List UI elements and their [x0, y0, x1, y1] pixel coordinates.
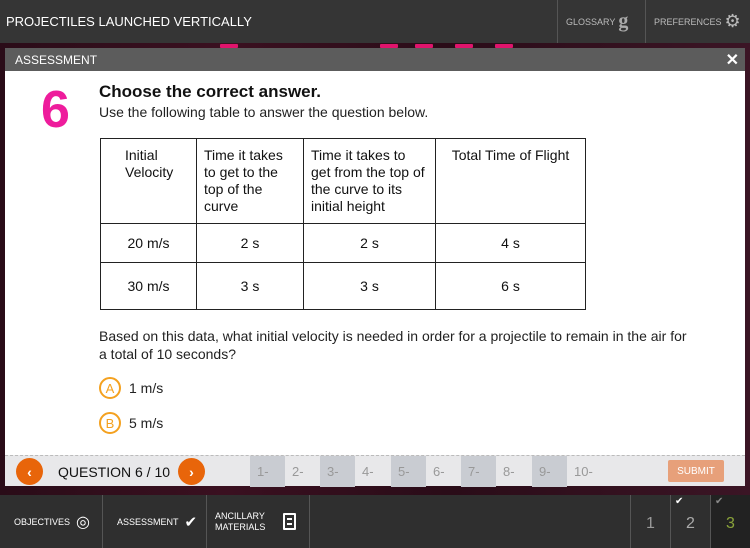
option-text: 5 m/s: [129, 415, 164, 431]
page-2[interactable]: ✔ 2: [670, 495, 710, 548]
table-cell: 3 s: [303, 262, 436, 310]
document-icon: [283, 513, 297, 530]
table-header: Time it takes to get to the top of the c…: [196, 138, 304, 224]
question-heading: Choose the correct answer.: [99, 82, 322, 101]
objectives-button[interactable]: OBJECTIVES ◎: [0, 495, 103, 548]
page-label: 2: [686, 515, 695, 532]
question-text: Based on this data, what initial velocit…: [99, 328, 687, 362]
assessment-label: ASSESSMENT: [117, 516, 179, 527]
table-header: Time it takes to get from the top of the…: [303, 138, 436, 224]
chevron-left-icon: ‹: [27, 463, 32, 480]
modal-title: ASSESSMENT: [15, 53, 98, 67]
question-link[interactable]: 1-: [250, 456, 285, 487]
option-letter: A: [99, 377, 121, 399]
question-link[interactable]: 9-: [532, 456, 567, 487]
question-instruction: Use the following table to answer the qu…: [99, 104, 429, 120]
table-header-row: Initial Velocity Time it takes to get to…: [100, 138, 586, 224]
table-cell: 30 m/s: [100, 262, 197, 310]
table-cell: 3 s: [196, 262, 304, 310]
checkmark-icon: ✔: [184, 513, 198, 531]
bottom-bar: OBJECTIVES ◎ ASSESSMENT ✔ ANCILLARY MATERIA…: [0, 495, 750, 548]
option-a[interactable]: A 1 m/s: [99, 377, 163, 399]
option-b[interactable]: B 5 m/s: [99, 412, 163, 434]
table-cell: 20 m/s: [100, 223, 197, 263]
option-text: 1 m/s: [129, 380, 164, 396]
submit-button[interactable]: SUBMIT: [668, 460, 724, 482]
target-icon: ◎: [76, 513, 90, 531]
table-cell: 2 s: [196, 223, 304, 263]
ancillary-label: MATERIALS: [215, 521, 266, 532]
question-nav: ‹ QUESTION 6 / 10 › 1- 2- 3- 4- 5- 6- 7-…: [5, 455, 745, 487]
table-row: 20 m/s 2 s 2 s 4 s: [100, 223, 586, 263]
question-link[interactable]: 10-: [567, 456, 607, 487]
top-bar: PROJECTILES LAUNCHED VERTICALLY GLOSSARY…: [0, 0, 750, 43]
question-link[interactable]: 8-: [496, 456, 531, 487]
table-row: 30 m/s 3 s 3 s 6 s: [100, 262, 586, 310]
page-3[interactable]: ✔ 3: [710, 495, 750, 548]
assessment-modal: ASSESSMENT ✕ 6 Choose the correct answer…: [5, 48, 745, 487]
table-header: Total Time of Flight: [435, 138, 586, 224]
glossary-label: GLOSSARY: [566, 16, 616, 27]
gear-icon: ⚙: [724, 11, 741, 31]
assessment-button[interactable]: ASSESSMENT ✔: [103, 495, 207, 548]
modal-header: ASSESSMENT ✕: [5, 48, 745, 71]
glossary-icon: g: [618, 10, 629, 32]
ancillary-materials-button[interactable]: ANCILLARY MATERIALS: [207, 495, 310, 548]
data-table: Initial Velocity Time it takes to get to…: [100, 138, 586, 310]
chevron-right-icon: ›: [189, 463, 194, 480]
close-icon[interactable]: ✕: [726, 50, 739, 70]
next-question-button[interactable]: ›: [178, 458, 205, 485]
table-cell: 2 s: [303, 223, 436, 263]
question-link[interactable]: 4-: [355, 456, 390, 487]
question-link[interactable]: 2-: [285, 456, 320, 487]
app-title: PROJECTILES LAUNCHED VERTICALLY: [6, 14, 252, 29]
prev-question-button[interactable]: ‹: [16, 458, 43, 485]
checkmark-icon: ✔: [715, 496, 724, 507]
checkmark-icon: ✔: [675, 496, 684, 507]
question-number: 6: [41, 81, 70, 139]
ancillary-label: ANCILLARY: [215, 510, 265, 521]
question-link[interactable]: 6-: [426, 456, 461, 487]
question-counter: QUESTION 6 / 10: [58, 464, 171, 480]
preferences-label: PREFERENCES: [654, 16, 722, 27]
objectives-label: OBJECTIVES: [14, 516, 71, 527]
question-link[interactable]: 7-: [461, 456, 496, 487]
table-cell: 6 s: [435, 262, 586, 310]
question-link[interactable]: 5-: [391, 456, 426, 487]
page-1[interactable]: 1: [630, 495, 670, 548]
preferences-button[interactable]: PREFERENCES ⚙: [645, 0, 750, 43]
table-header: Initial Velocity: [100, 138, 197, 224]
option-letter: B: [99, 412, 121, 434]
question-link[interactable]: 3-: [320, 456, 355, 487]
glossary-button[interactable]: GLOSSARY g: [557, 0, 645, 43]
page-label: 3: [726, 515, 735, 532]
table-cell: 4 s: [435, 223, 586, 263]
